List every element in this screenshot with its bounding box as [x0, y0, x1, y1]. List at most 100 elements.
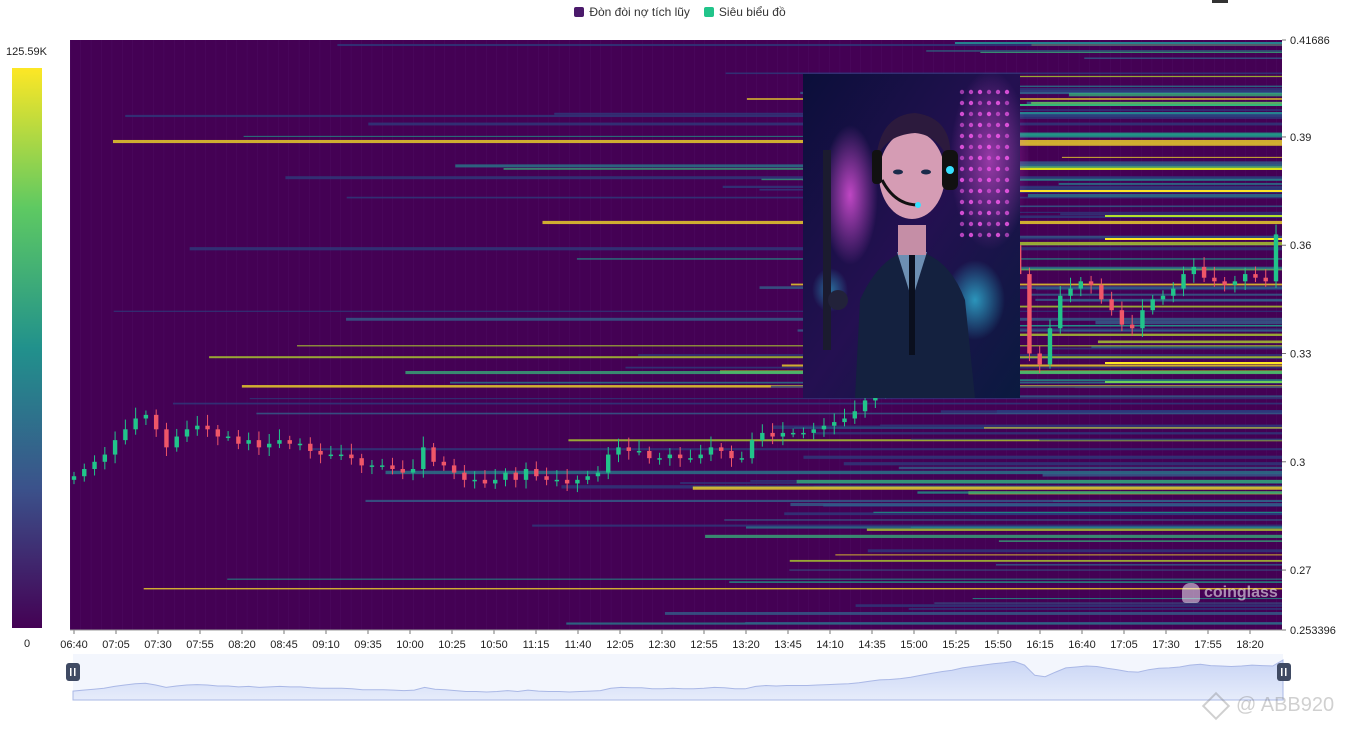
heatmap-column: [153, 40, 154, 630]
y-tick-label: 0.36: [1290, 240, 1311, 252]
liquidation-heatmap-chart: 125.59K 0 06:40 07:05 07:30 07:55 08:20 08:45…: [6, 35, 1336, 701]
heatmap-column: [621, 40, 622, 630]
colorbar: [12, 68, 42, 628]
candle-body: [143, 414, 149, 419]
liquidation-band: [873, 511, 1282, 513]
candle-body: [647, 450, 652, 459]
liquidation-band: [1049, 347, 1282, 350]
liquidation-band: [125, 114, 1283, 118]
heatmap-column: [444, 40, 445, 630]
heatmap-column: [298, 40, 300, 630]
heatmap-column: [392, 40, 393, 630]
x-tick-label: 14:10: [816, 639, 844, 651]
candle-body: [564, 479, 570, 484]
candle-body: [606, 454, 611, 473]
liquidation-band: [113, 310, 1282, 312]
y-tick-label: 0.39: [1290, 132, 1311, 144]
x-tick-label: 07:55: [186, 639, 214, 651]
liquidation-band: [980, 51, 1282, 54]
liquidation-band-high: [1105, 381, 1282, 383]
navigator-right-handle[interactable]: [1277, 663, 1291, 681]
candle-body: [328, 454, 334, 457]
x-tick-label: 11:40: [565, 639, 592, 651]
liquidation-band: [796, 479, 1282, 484]
candle-body: [708, 447, 714, 455]
candle-body: [338, 454, 344, 457]
heatmap-column: [486, 40, 487, 630]
y-tick-label: 0.3: [1290, 457, 1305, 469]
heatmap-column: [288, 40, 289, 630]
liquidation-band-high: [1105, 238, 1282, 240]
candle-body: [318, 450, 323, 455]
liquidation-band: [143, 587, 1283, 590]
liquidation-band: [908, 608, 1282, 610]
heatmap-column: [132, 40, 133, 630]
candle-body: [112, 440, 118, 455]
navigator-left-handle[interactable]: [66, 663, 80, 681]
candle-body: [359, 458, 364, 466]
x-tick-label: 08:45: [270, 639, 298, 651]
liquidation-band: [256, 412, 1283, 415]
candle-body: [1047, 328, 1053, 365]
candle-body: [410, 469, 416, 473]
x-tick-label: 13:20: [732, 639, 760, 651]
x-tick-label: 08:20: [228, 639, 256, 651]
x-tick-label: 10:25: [438, 639, 466, 651]
heatmap-column: [746, 40, 747, 630]
heatmap-column: [725, 40, 726, 630]
liquidation-band: [1064, 330, 1282, 332]
heatmap-column: [673, 40, 674, 630]
heatmap-column: [371, 40, 373, 630]
liquidation-band: [664, 612, 1282, 615]
heatmap-column: [194, 40, 196, 630]
heatmap-column: [246, 40, 248, 630]
liquidation-band: [1068, 93, 1282, 97]
liquidation-band: [1039, 438, 1282, 441]
liquidation-band: [995, 563, 1282, 566]
liquidation-band-high: [1105, 362, 1282, 364]
watermark: @ ABB920: [1201, 691, 1334, 720]
candle-body: [174, 436, 179, 448]
candle-body: [123, 429, 128, 441]
x-tick-label: 17:55: [1194, 639, 1222, 651]
candle-body: [1099, 284, 1104, 300]
heatmap-column: [714, 40, 716, 630]
heatmap-column: [90, 40, 92, 630]
candle-body: [1027, 274, 1032, 354]
time-navigator[interactable]: [66, 654, 1291, 701]
x-tick-label: 12:55: [690, 639, 718, 651]
liquidation-band: [724, 519, 1282, 521]
candle-body: [667, 454, 673, 459]
heatmap-column: [766, 40, 768, 630]
x-tick-label: 17:30: [1152, 639, 1180, 651]
candle-body: [82, 469, 87, 477]
heatmap-column: [319, 40, 321, 630]
heatmap-column: [278, 40, 279, 630]
heatmap-column: [80, 40, 81, 630]
x-tick-label: 07:30: [144, 639, 172, 651]
candle-body: [205, 425, 210, 430]
candle-body: [133, 418, 138, 430]
heatmap-column: [330, 40, 331, 630]
candle-body: [534, 469, 539, 477]
candle-body: [297, 443, 303, 446]
binance-logo-icon: [1201, 691, 1231, 720]
candle-body: [256, 440, 262, 448]
brand-label: coinglass: [1204, 584, 1278, 601]
candle-body: [780, 432, 786, 437]
candle-body: [246, 440, 251, 444]
liquidation-band: [692, 486, 1282, 490]
liquidation-band: [1084, 57, 1282, 59]
colorbar-max-label: 125.59K: [6, 46, 48, 58]
candle-body: [441, 461, 447, 466]
liquidation-band: [992, 205, 1282, 208]
candle-body: [1232, 281, 1238, 285]
liquidation-band: [1058, 182, 1282, 185]
liquidation-band: [917, 491, 1282, 494]
y-tick-label: 0.27: [1290, 565, 1311, 577]
heatmap-column: [662, 40, 664, 630]
candle-body: [862, 400, 868, 412]
liquidation-band-high: [1020, 104, 1282, 106]
liquidation-band: [1018, 266, 1282, 270]
candle-body: [811, 429, 816, 433]
